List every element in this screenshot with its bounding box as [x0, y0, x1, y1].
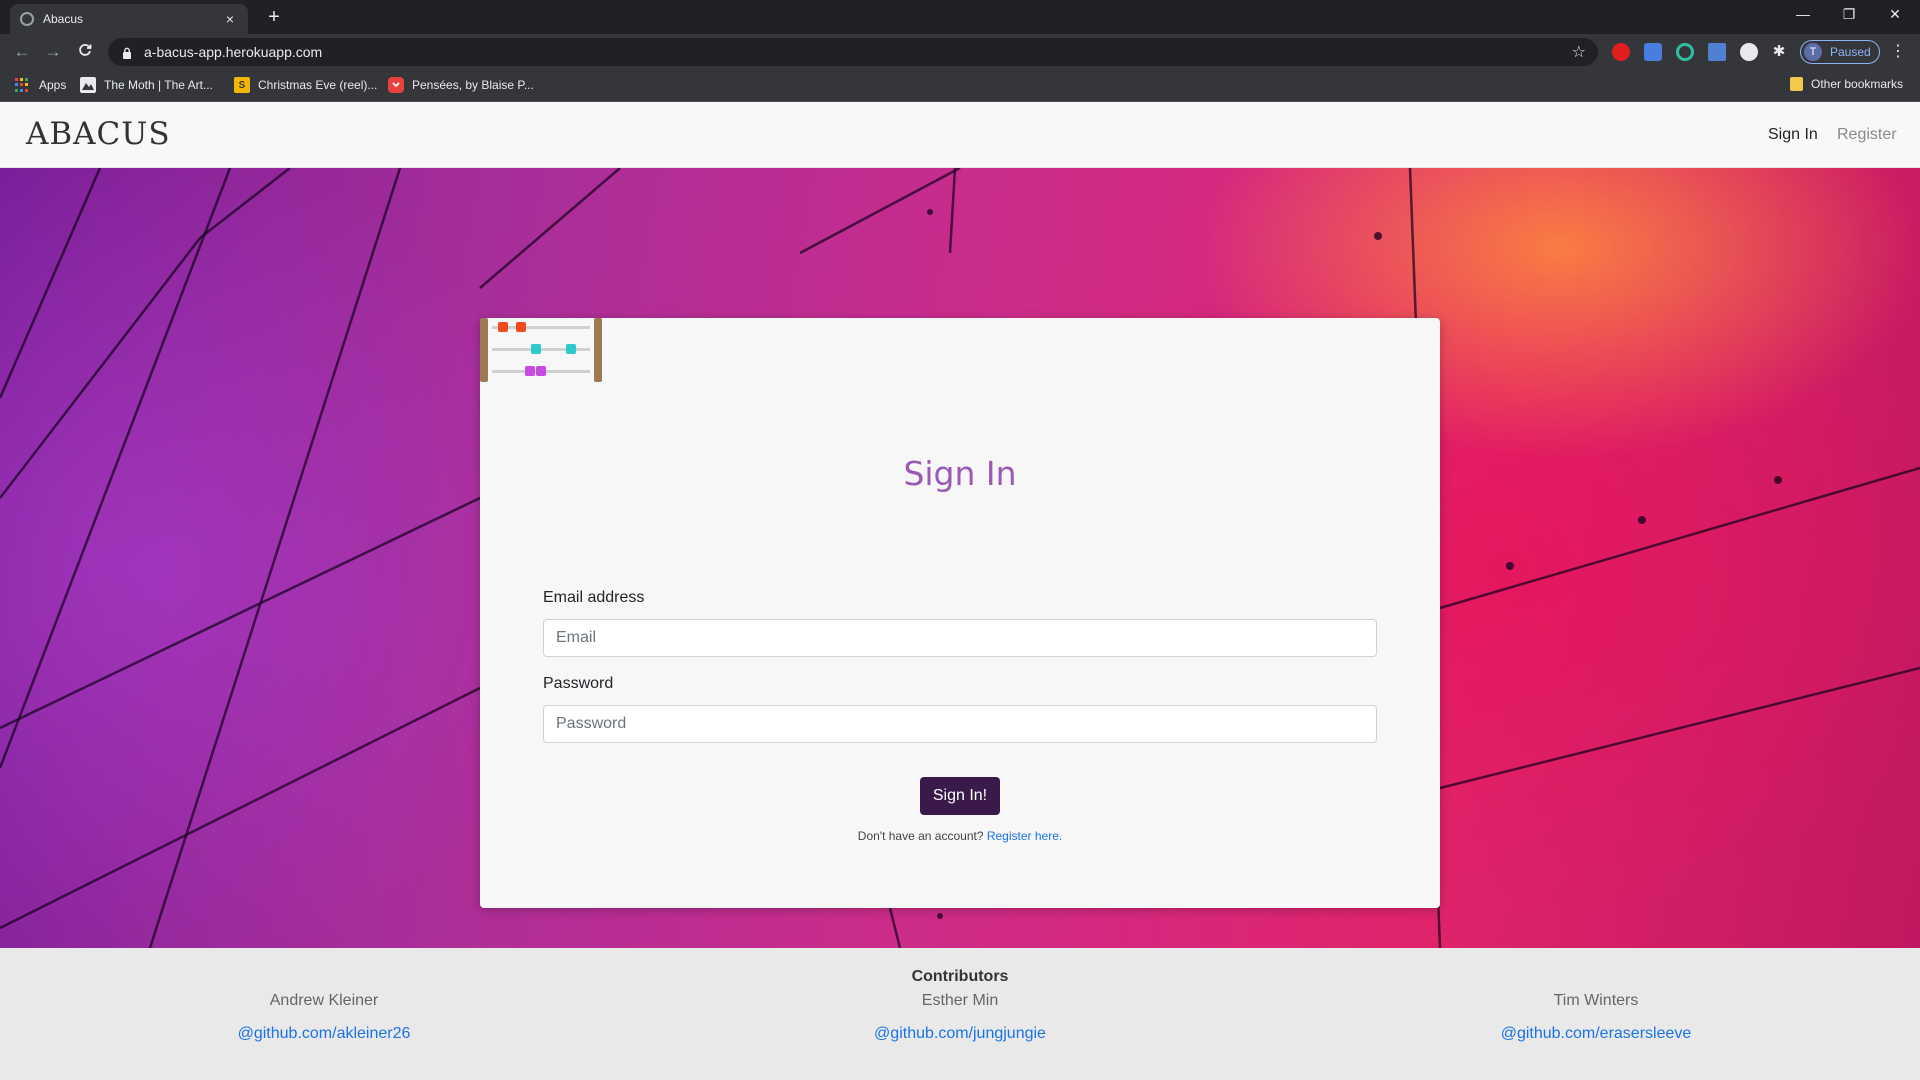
bookmarks-bar: Apps The Moth | The Art... S Christmas E… — [0, 70, 1920, 102]
bookmark-pensees[interactable]: Pensées, by Blaise P... — [388, 77, 534, 93]
contributor-name: Esther Min — [921, 992, 999, 1009]
nav-register-link[interactable]: Register — [1837, 126, 1897, 144]
browser-toolbar: ← → a-bacus-app.herokuapp.com ☆ ✱ T Paus… — [0, 34, 1920, 70]
other-bookmarks-label: Other bookmarks — [1811, 77, 1904, 91]
url-text: a-bacus-app.herokuapp.com — [144, 44, 323, 60]
contributor-name: Tim Winters — [1553, 992, 1639, 1009]
tab-close-icon[interactable]: × — [222, 11, 238, 27]
contributor-andrew: Andrew Kleiner @github.com/akleiner26 — [124, 992, 524, 1043]
web-page: ABACUS Sign In Register Sign In Email ad… — [0, 102, 1920, 1080]
sign-in-button[interactable]: Sign In! — [920, 777, 1000, 815]
moth-icon — [80, 77, 96, 93]
contributor-github-link[interactable]: @github.com/erasersleeve — [1396, 1025, 1796, 1043]
contributors-title: Contributors — [911, 968, 1009, 985]
bookmark-star-icon[interactable]: ☆ — [1572, 42, 1586, 62]
browser-tab[interactable]: Abacus × — [10, 4, 248, 34]
lock-icon — [122, 46, 132, 59]
bookmark-apps[interactable]: Apps — [14, 77, 66, 93]
sign-in-card: Sign In Email address Password Sign In! … — [480, 318, 1440, 908]
footer: Contributors Andrew Kleiner @github.com/… — [0, 948, 1920, 1080]
brand-logo[interactable]: ABACUS — [26, 116, 171, 152]
contributor-github-link[interactable]: @github.com/akleiner26 — [124, 1025, 524, 1043]
profile-status: Paused — [1830, 45, 1871, 59]
nav-sign-in-link[interactable]: Sign In — [1768, 126, 1818, 144]
contributor-github-link[interactable]: @github.com/jungjungie — [760, 1025, 1160, 1043]
reload-icon[interactable] — [73, 40, 97, 64]
pushbullet-extension-icon[interactable] — [1708, 43, 1726, 61]
pocket-icon — [388, 77, 404, 93]
profile-avatar: T — [1804, 43, 1822, 61]
extensions-puzzle-icon[interactable]: ✱ — [1770, 43, 1788, 61]
apps-grid-icon — [14, 77, 30, 93]
back-arrow-icon[interactable]: ← — [10, 40, 34, 64]
contributor-esther: Esther Min @github.com/jungjungie — [760, 992, 1160, 1043]
browser-menu-icon[interactable]: ⋮ — [1890, 40, 1906, 64]
password-label: Password — [543, 675, 614, 692]
register-here-link[interactable]: Register here. — [987, 829, 1062, 843]
browser-tabstrip: Abacus × + — ❐ ✕ — [0, 0, 1920, 34]
minimize-button[interactable]: — — [1780, 0, 1826, 30]
globe-icon — [20, 12, 34, 26]
no-account-text: Don't have an account? — [857, 829, 984, 843]
contributor-name: Andrew Kleiner — [269, 992, 379, 1009]
restore-button[interactable]: ❐ — [1826, 0, 1872, 30]
dark-mode-extension-icon[interactable] — [1740, 43, 1758, 61]
other-bookmarks[interactable]: Other bookmarks — [1790, 77, 1903, 91]
new-tab-button[interactable]: + — [262, 6, 286, 30]
email-label: Email address — [543, 589, 645, 606]
contributor-tim: Tim Winters @github.com/erasersleeve — [1396, 992, 1796, 1043]
close-window-button[interactable]: ✕ — [1872, 0, 1918, 30]
bookmark-christmas-eve[interactable]: S Christmas Eve (reel)... — [234, 77, 377, 93]
circle-extension-icon[interactable] — [1676, 43, 1694, 61]
register-note: Don't have an account? Register here. — [480, 829, 1440, 843]
abacus-icon — [480, 318, 602, 382]
bookmark-label: Pensées, by Blaise P... — [412, 78, 534, 92]
bookmark-label: Christmas Eve (reel)... — [258, 78, 378, 92]
bookmark-the-moth[interactable]: The Moth | The Art... — [80, 77, 213, 93]
bookmark-label: The Moth | The Art... — [104, 78, 213, 92]
password-field[interactable] — [543, 705, 1377, 743]
profile-button[interactable]: T Paused — [1800, 40, 1880, 64]
s-icon: S — [234, 77, 250, 93]
tab-title: Abacus — [43, 12, 84, 26]
address-bar[interactable]: a-bacus-app.herokuapp.com ☆ — [108, 38, 1598, 66]
translate-extension-icon[interactable] — [1644, 43, 1662, 61]
site-navbar: ABACUS Sign In Register — [0, 102, 1920, 168]
sign-in-title: Sign In — [903, 454, 1017, 493]
bookmark-label: Apps — [39, 78, 67, 92]
email-field[interactable] — [543, 619, 1377, 657]
adblock-extension-icon[interactable] — [1612, 43, 1630, 61]
folder-icon — [1790, 77, 1803, 91]
forward-arrow-icon[interactable]: → — [41, 40, 65, 64]
hero-background: Sign In Email address Password Sign In! … — [0, 168, 1920, 948]
